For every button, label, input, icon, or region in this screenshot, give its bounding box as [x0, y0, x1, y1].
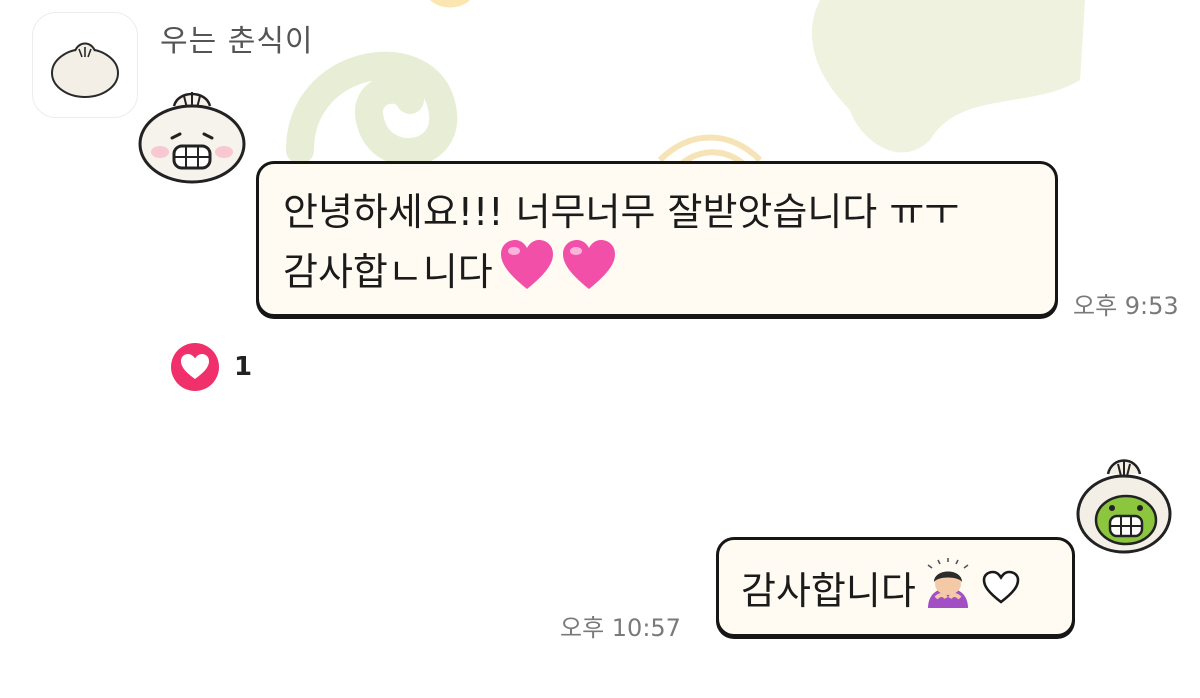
message-text-line: 감사합니다: [741, 558, 1020, 624]
sender-avatar[interactable]: [32, 12, 138, 118]
bowing-person-emoji-icon: [922, 558, 974, 624]
outgoing-sticker: [1074, 452, 1174, 560]
reaction-count: 1: [234, 352, 253, 382]
incoming-message-time: 오후 9:53: [1073, 292, 1179, 320]
incoming-message-bubble[interactable]: 안녕하세요!!! 너무너무 잘받앗습니다 ㅠㅜ 감사합ㄴ니다: [256, 161, 1058, 317]
dumpling-face-sticker-icon: [138, 92, 246, 184]
white-heart-emoji-icon: [982, 565, 1020, 618]
outgoing-message-bubble[interactable]: 감사합니다: [716, 537, 1075, 637]
heart-reaction-icon: [171, 343, 219, 391]
incoming-sticker: [134, 86, 250, 190]
message-text: 감사합ㄴ니다: [283, 249, 493, 294]
green-dumpling-sticker-icon: [1076, 459, 1172, 554]
pink-heart-emoji-icon: [499, 239, 555, 305]
pink-heart-emoji-icon: [561, 239, 617, 305]
message-reaction[interactable]: 1: [170, 342, 252, 392]
dumpling-icon: [51, 42, 119, 98]
outgoing-message-time: 오후 10:57: [560, 614, 681, 642]
sender-name: 우는 춘식이: [160, 24, 314, 59]
message-text-line: 감사합ㄴ니다: [283, 239, 617, 305]
message-text: 감사합니다: [741, 568, 916, 613]
message-text-line: 안녕하세요!!! 너무너무 잘받앗습니다 ㅠㅜ: [283, 190, 960, 234]
